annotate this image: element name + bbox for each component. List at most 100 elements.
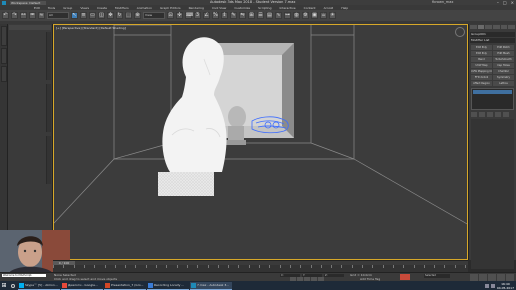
snaps-toggle-icon[interactable]: 3 bbox=[194, 12, 201, 19]
menu-group[interactable]: Group bbox=[63, 6, 72, 10]
modifier-button[interactable]: Edit Patch bbox=[493, 45, 514, 50]
bind-space-warp-icon[interactable]: ≈ bbox=[38, 12, 45, 19]
show-end-result-icon[interactable] bbox=[479, 112, 485, 117]
menu-interactive[interactable]: Interactive bbox=[279, 6, 295, 10]
modifier-button[interactable]: Chamfer bbox=[493, 69, 514, 74]
redo-icon[interactable]: ↷ bbox=[11, 12, 18, 19]
configure-sets-icon[interactable] bbox=[503, 112, 509, 117]
motion-tab[interactable] bbox=[493, 25, 500, 29]
viewcube-icon[interactable] bbox=[455, 27, 465, 37]
modifier-button[interactable]: Lattice bbox=[493, 81, 514, 86]
zoom-icon[interactable] bbox=[470, 274, 478, 281]
modifier-stack[interactable] bbox=[471, 88, 514, 110]
menu-animation[interactable]: Animation bbox=[137, 6, 152, 10]
remove-modifier-icon[interactable] bbox=[495, 112, 501, 117]
selection-filter-dropdown[interactable]: All bbox=[47, 12, 69, 19]
taskbar-item-chrome[interactable]: Диалоги - Google... bbox=[61, 282, 103, 290]
menu-views[interactable]: Views bbox=[80, 6, 89, 10]
modifier-button[interactable]: Bend bbox=[471, 57, 492, 62]
curve-editor-icon[interactable]: ∿ bbox=[275, 12, 282, 19]
taskbar-item-skype[interactable]: Skype™ [5] - Almon... bbox=[18, 282, 60, 290]
undo-icon[interactable]: ↶ bbox=[2, 12, 9, 19]
modifier-stack-selected[interactable] bbox=[473, 90, 512, 94]
network-icon[interactable] bbox=[484, 283, 489, 288]
auto-key-button[interactable] bbox=[400, 274, 410, 280]
start-button[interactable]: ⊞ bbox=[0, 282, 8, 290]
modifier-button[interactable]: Cap Holes bbox=[493, 63, 514, 68]
modifier-button[interactable]: Symmetry bbox=[493, 75, 514, 80]
window-crossing-icon[interactable]: ◫ bbox=[98, 12, 105, 19]
hierarchy-tab[interactable] bbox=[485, 25, 493, 29]
select-by-name-icon[interactable]: ≡ bbox=[80, 12, 87, 19]
reference-coordinate-dropdown[interactable]: View bbox=[143, 12, 165, 19]
render-production-icon[interactable]: ☕ bbox=[320, 12, 327, 19]
pivot-icon[interactable]: ⊡ bbox=[167, 12, 174, 19]
select-object-icon[interactable]: ↖ bbox=[71, 12, 78, 19]
menu-graph-editors[interactable]: Graph Editors bbox=[160, 6, 181, 10]
modifier-button[interactable]: Edit Poly bbox=[471, 45, 492, 50]
rendered-frame-window-icon[interactable]: ▣ bbox=[311, 12, 318, 19]
app-icon[interactable] bbox=[2, 0, 6, 5]
render-iterative-icon[interactable]: ☀ bbox=[329, 12, 336, 19]
workspace-selector[interactable]: Workspace: Default bbox=[10, 0, 46, 5]
orbit-icon[interactable] bbox=[488, 274, 496, 281]
menu-create[interactable]: Create bbox=[97, 6, 107, 10]
schematic-view-icon[interactable]: ⊶ bbox=[284, 12, 291, 19]
modifier-button[interactable]: Edit Mesh bbox=[493, 51, 514, 56]
percent-snap-icon[interactable]: % bbox=[212, 12, 219, 19]
place-icon[interactable]: ⊕ bbox=[134, 12, 141, 19]
modify-tab[interactable] bbox=[477, 25, 485, 29]
taskbar-item-presentation[interactable]: Presentation_7 (Gro... bbox=[104, 282, 146, 290]
edit-named-selection-icon[interactable]: ✎ bbox=[230, 12, 237, 19]
toggle-ribbon-icon[interactable]: ▤ bbox=[266, 12, 273, 19]
layer-tab[interactable] bbox=[1, 48, 7, 64]
move-icon[interactable]: ✥ bbox=[107, 12, 114, 19]
render-setup-icon[interactable]: ⚙ bbox=[302, 12, 309, 19]
menu-arnold[interactable]: Arnold bbox=[324, 6, 334, 10]
menu-scripting[interactable]: Scripting bbox=[258, 6, 271, 10]
menu-rendering[interactable]: Rendering bbox=[189, 6, 204, 10]
utilities-tab[interactable] bbox=[508, 25, 516, 29]
modifier-button[interactable]: Edit Poly bbox=[471, 51, 492, 56]
modifier-button[interactable]: UVW Mapping Clear bbox=[471, 69, 492, 74]
spinner-snap-icon[interactable]: ⇕ bbox=[221, 12, 228, 19]
perspective-viewport[interactable]: [+] [Perspective] [Standard] [Default Sh… bbox=[53, 24, 468, 260]
modifier-button[interactable]: FFD 2x2x2 bbox=[471, 75, 492, 80]
display-tab[interactable] bbox=[500, 25, 508, 29]
modifier-button[interactable]: UVW Map bbox=[471, 63, 492, 68]
modifier-list-dropdown[interactable]: Modifier List bbox=[470, 38, 515, 43]
menu-civil-view[interactable]: Civil View bbox=[212, 6, 226, 10]
scale-icon[interactable]: ⬚ bbox=[125, 12, 132, 19]
angle-snap-icon[interactable]: ∠ bbox=[203, 12, 210, 19]
create-tab[interactable] bbox=[470, 25, 477, 29]
volume-icon[interactable] bbox=[490, 283, 495, 288]
pin-stack-icon[interactable] bbox=[471, 112, 477, 117]
menu-tools[interactable]: Tools bbox=[48, 6, 55, 10]
menu-customize[interactable]: Customize bbox=[234, 6, 250, 10]
search-icon[interactable] bbox=[11, 283, 15, 288]
material-editor-icon[interactable]: ◍ bbox=[293, 12, 300, 19]
unlink-icon[interactable]: ⚮ bbox=[29, 12, 36, 19]
zoom-all-icon[interactable] bbox=[479, 274, 487, 281]
track-bar[interactable] bbox=[53, 265, 468, 272]
pan-icon[interactable] bbox=[497, 274, 505, 281]
menu-help[interactable]: Help bbox=[341, 6, 348, 10]
maximize-viewport-icon[interactable] bbox=[506, 274, 514, 281]
modifier-button[interactable]: Affect Region bbox=[471, 81, 492, 86]
align-icon[interactable]: ⊞ bbox=[248, 12, 255, 19]
scene-explorer-tab[interactable] bbox=[1, 26, 7, 46]
mirror-icon[interactable]: ⇋ bbox=[239, 12, 246, 19]
link-icon[interactable]: ⚯ bbox=[20, 12, 27, 19]
rotate-icon[interactable]: ↻ bbox=[116, 12, 123, 19]
modifier-button[interactable]: TurboSmooth bbox=[493, 57, 514, 62]
keyboard-shortcut-icon[interactable]: ⌨ bbox=[185, 12, 193, 19]
clock[interactable]: 16:40 04.05.2017 bbox=[497, 282, 514, 290]
menu-content[interactable]: Content bbox=[304, 6, 316, 10]
viewport-label[interactable]: [+] [Perspective] [Standard] [Default Sh… bbox=[56, 26, 126, 30]
object-name-field[interactable]: Group001 bbox=[470, 32, 515, 37]
menu-modifiers[interactable]: Modifiers bbox=[115, 6, 129, 10]
taskbar-item-recording[interactable]: Recording Locally ... bbox=[147, 282, 189, 290]
make-unique-icon[interactable] bbox=[487, 112, 493, 117]
populate-tab[interactable] bbox=[1, 66, 7, 82]
taskbar-item-3dsmax[interactable]: 7.max - Autodesk 3... bbox=[190, 281, 232, 290]
